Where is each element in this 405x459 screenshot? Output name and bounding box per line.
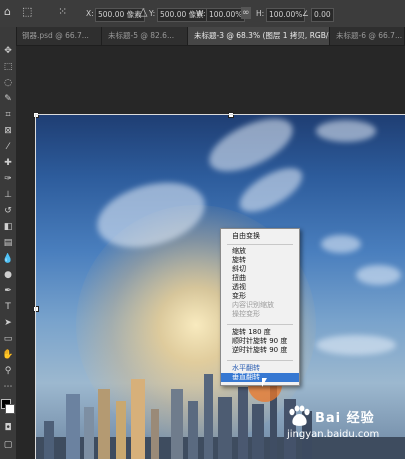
clone-stamp-tool-icon[interactable]: ⊥ xyxy=(2,189,14,201)
path-select-tool-icon[interactable]: ➤ xyxy=(2,317,14,329)
history-brush-tool-icon[interactable]: ↺ xyxy=(2,205,14,217)
h-field[interactable]: 100.00% xyxy=(266,8,306,22)
building xyxy=(131,379,145,459)
x-field[interactable]: 500.00 像素 xyxy=(95,8,145,22)
blur-tool-icon[interactable]: 💧 xyxy=(2,253,14,265)
cloud xyxy=(356,265,401,285)
pen-tool-icon[interactable]: ✒ xyxy=(2,285,14,297)
hand-tool-icon[interactable]: ✋ xyxy=(2,349,14,361)
building xyxy=(84,407,94,459)
menu-item-flip-vertical[interactable]: 垂直翻转 xyxy=(221,373,299,382)
transform-context-menu: 自由变换 缩放 旋转 斜切 扭曲 透视 变形 内容识别缩放 操控变形 旋转 18… xyxy=(220,228,300,386)
link-icon[interactable]: ∞ xyxy=(241,7,251,19)
menu-item-free-transform[interactable]: 自由变换 xyxy=(221,232,299,241)
transform-bounding-box-edge xyxy=(36,114,405,115)
type-tool-icon[interactable]: T xyxy=(2,301,14,313)
tab-document-2[interactable]: 未标题-5 @ 82.6... xyxy=(102,27,188,45)
cloud xyxy=(316,120,376,142)
mouse-pointer-icon xyxy=(262,378,267,387)
menu-item-content-aware-scale: 内容识别缩放 xyxy=(232,301,274,309)
building xyxy=(238,387,248,459)
document-tabs: 钢器.psd @ 66.7... 未标题-5 @ 82.6... 未标题-3 @… xyxy=(16,27,405,46)
move-tool-preset-icon[interactable]: ⬚ xyxy=(22,6,32,18)
tab-document-1[interactable]: 钢器.psd @ 66.7... xyxy=(16,27,102,45)
menu-item-distort[interactable]: 扭曲 xyxy=(221,274,299,283)
menu-item-rotate[interactable]: 旋转 xyxy=(221,256,299,265)
zoom-tool-icon[interactable]: ⚲ xyxy=(2,365,14,377)
gradient-tool-icon[interactable]: ▤ xyxy=(2,237,14,249)
marquee-tool-icon[interactable]: ⬚ xyxy=(2,61,14,73)
cloud xyxy=(321,235,361,253)
quick-mask-icon[interactable]: ◘ xyxy=(2,422,14,434)
building xyxy=(116,401,126,459)
menu-item-puppet-warp: 操控变形 xyxy=(232,310,260,318)
cloud xyxy=(316,335,396,355)
y-label: Y: xyxy=(149,9,156,18)
w-field[interactable]: 100.00% xyxy=(206,8,246,22)
tab-label: 未标题-3 @ 68.3% (图层 1 拷贝, RGB/8#) * xyxy=(194,31,329,40)
menu-separator xyxy=(227,244,293,245)
building xyxy=(188,401,198,459)
menu-item-flip-horizontal[interactable]: 水平翻转 xyxy=(221,364,299,373)
building xyxy=(98,389,110,459)
angle-field[interactable]: 0.00 xyxy=(311,8,334,22)
options-bar: ⌂ ⬚ ⁙ X: 500.00 像素 △ Y: 500.00 像素 W: 100… xyxy=(0,0,405,28)
baidu-paw-logo-icon xyxy=(289,405,310,426)
building xyxy=(44,421,54,459)
x-label: X: xyxy=(86,9,94,18)
tab-label: 未标题-6 @ 66.7... xyxy=(336,31,403,40)
eyedropper-tool-icon[interactable]: ⁄ xyxy=(2,141,14,153)
building xyxy=(252,404,264,459)
lasso-tool-icon[interactable]: ◌ xyxy=(2,77,14,89)
building xyxy=(171,389,183,459)
transform-handle-top-left[interactable] xyxy=(33,112,39,118)
watermark-brand: Bai 经验 xyxy=(315,411,375,426)
screen-mode-icon[interactable]: ▢ xyxy=(2,439,14,451)
dodge-tool-icon[interactable]: ● xyxy=(2,269,14,281)
h-label: H: xyxy=(256,9,265,18)
baidu-jingyan-watermark: Bai 经验 jingyan.baidu.com xyxy=(285,405,400,445)
brush-tool-icon[interactable]: ✑ xyxy=(2,173,14,185)
building xyxy=(218,397,232,459)
tools-panel: ✥ ⬚ ◌ ✎ ⌗ ⊠ ⁄ ✚ ✑ ⊥ ↺ ◧ ▤ 💧 ● ✒ T ➤ ▭ ✋ … xyxy=(0,27,17,459)
crop-tool-icon[interactable]: ⌗ xyxy=(2,109,14,121)
healing-brush-tool-icon[interactable]: ✚ xyxy=(2,157,14,169)
tab-label: 未标题-5 @ 82.6... xyxy=(108,31,175,40)
menu-item-rotate-180[interactable]: 旋转 180 度 xyxy=(221,328,299,337)
background-color-swatch[interactable] xyxy=(5,404,15,414)
tab-label: 钢器.psd @ 66.7... xyxy=(22,31,89,40)
home-icon[interactable]: ⌂ xyxy=(4,6,11,18)
menu-item-skew[interactable]: 斜切 xyxy=(221,265,299,274)
w-label: W: xyxy=(196,9,206,18)
tab-document-4[interactable]: 未标题-6 @ 66.7... xyxy=(330,27,405,45)
delta-icon[interactable]: △ xyxy=(139,6,147,18)
building xyxy=(151,409,159,459)
more-tools-icon[interactable]: ⋯ xyxy=(2,381,14,393)
menu-item-scale[interactable]: 缩放 xyxy=(221,247,299,256)
menu-item-warp[interactable]: 变形 xyxy=(221,292,299,301)
menu-separator xyxy=(227,360,293,361)
watermark-url: jingyan.baidu.com xyxy=(287,429,380,440)
eraser-tool-icon[interactable]: ◧ xyxy=(2,221,14,233)
quick-select-tool-icon[interactable]: ✎ xyxy=(2,93,14,105)
transform-bounding-box-edge xyxy=(35,114,36,459)
move-tool-icon[interactable]: ✥ xyxy=(2,45,14,57)
transform-handle-top-center[interactable] xyxy=(228,112,234,118)
tab-document-3[interactable]: 未标题-3 @ 68.3% (图层 1 拷贝, RGB/8#) * xyxy=(188,27,330,45)
menu-item-rotate-90-ccw[interactable]: 逆时针旋转 90 度 xyxy=(221,346,299,355)
building xyxy=(66,394,80,459)
transform-handle-middle-left[interactable] xyxy=(33,306,39,312)
angle-label: ∠ xyxy=(302,9,309,18)
menu-item-rotate-90-cw[interactable]: 顺时针旋转 90 度 xyxy=(221,337,299,346)
menu-separator xyxy=(227,324,293,325)
reference-point-icon[interactable]: ⁙ xyxy=(58,6,67,18)
building xyxy=(204,374,213,459)
frame-tool-icon[interactable]: ⊠ xyxy=(2,125,14,137)
menu-item-perspective[interactable]: 透视 xyxy=(221,283,299,292)
shape-tool-icon[interactable]: ▭ xyxy=(2,333,14,345)
